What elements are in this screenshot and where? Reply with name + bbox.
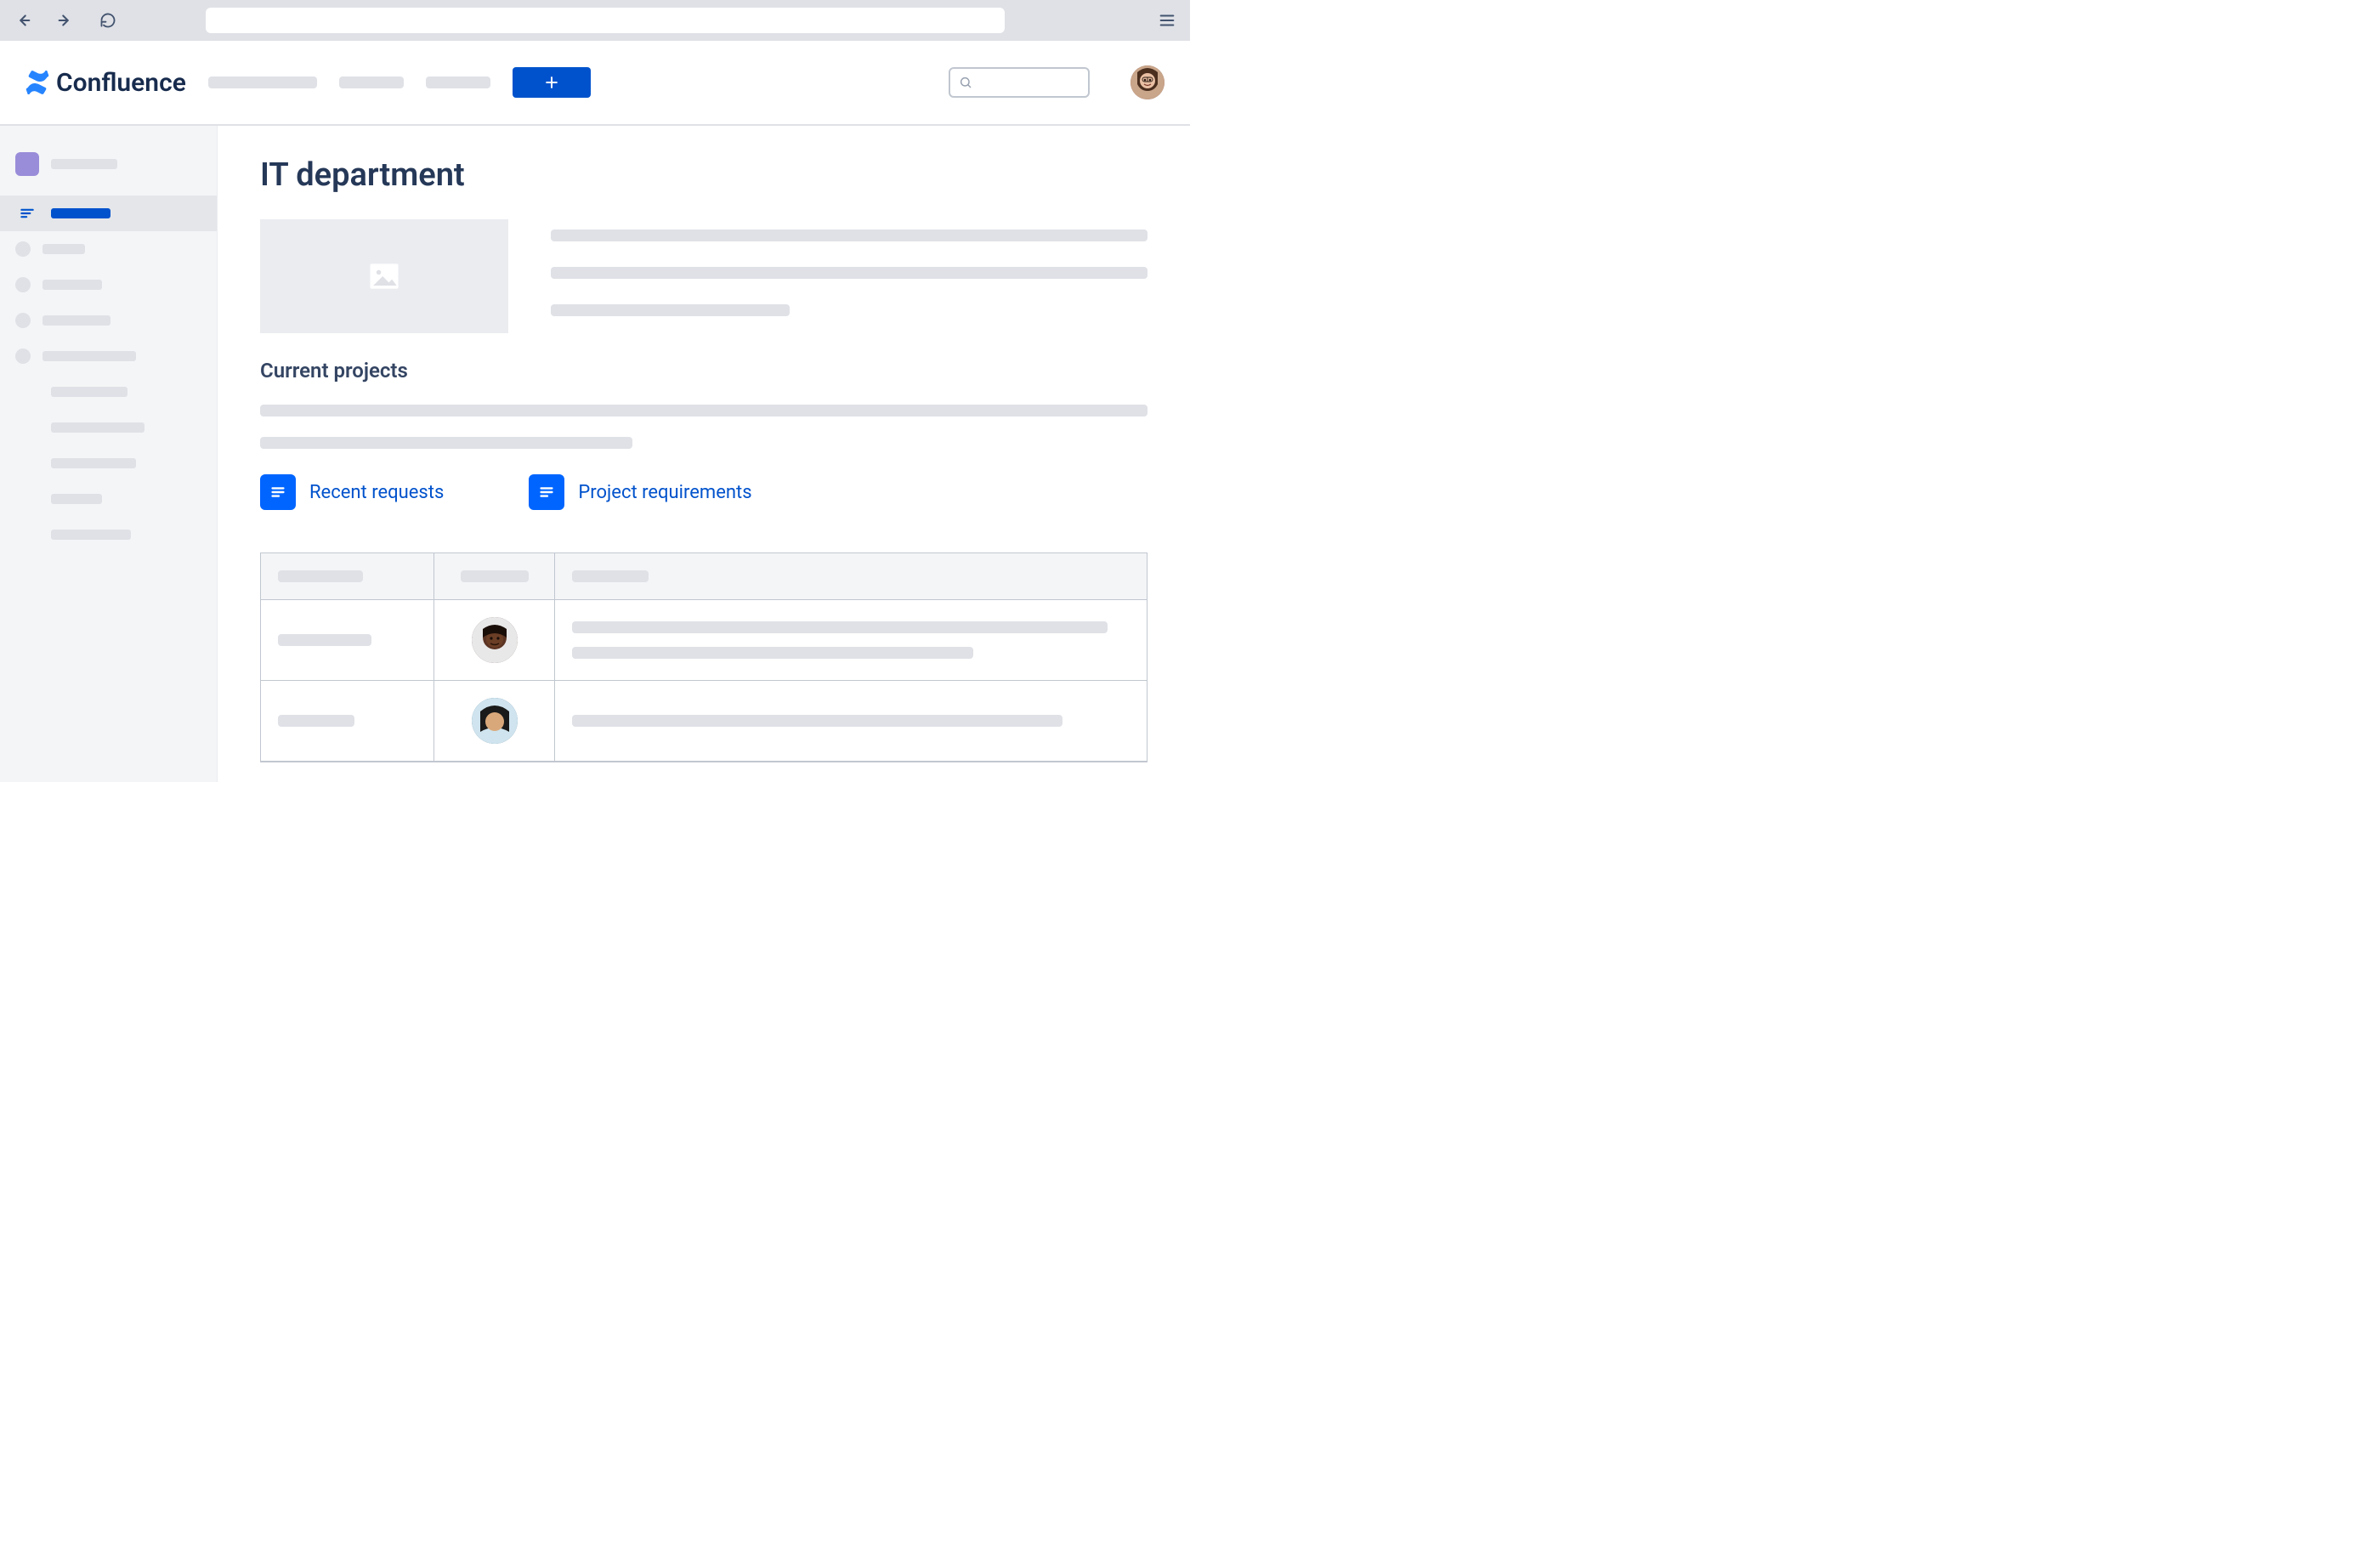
table-row (261, 681, 1147, 762)
sidebar-item-active[interactable] (0, 196, 217, 231)
create-button[interactable] (513, 67, 591, 98)
sidebar-item-label (42, 244, 85, 254)
section-body (260, 405, 1148, 449)
section-title: Current projects (260, 359, 1148, 382)
text-placeholder (572, 647, 973, 659)
page-icon (529, 474, 564, 510)
sidebar-item[interactable] (0, 481, 217, 517)
table-row (261, 600, 1147, 681)
table-cell (261, 681, 434, 762)
table-header-row (261, 553, 1147, 600)
text-placeholder (551, 304, 790, 316)
plus-icon (543, 74, 560, 91)
sidebar-space-header[interactable] (0, 146, 217, 182)
sidebar-item-label (51, 159, 117, 169)
sidebar-item-label (42, 280, 102, 290)
sidebar-item-label (51, 494, 102, 504)
page-title: IT department (260, 156, 1148, 194)
text-placeholder (551, 230, 1148, 241)
sidebar-item[interactable] (0, 338, 217, 374)
page-icon (260, 474, 296, 510)
image-icon (366, 258, 403, 295)
user-avatar (472, 617, 518, 663)
page-link-recent-requests[interactable]: Recent requests (260, 474, 444, 510)
confluence-icon (26, 71, 49, 94)
page-content: IT department Current projects (218, 126, 1190, 782)
content-table (260, 552, 1148, 762)
hero-image-placeholder (260, 219, 508, 333)
sidebar-item[interactable] (0, 445, 217, 481)
table-header-cell (261, 553, 434, 600)
sidebar-item[interactable] (0, 410, 217, 445)
sidebar-item-label (42, 315, 110, 326)
hamburger-icon[interactable] (1158, 11, 1176, 30)
nav-item-placeholder[interactable] (426, 76, 490, 88)
sidebar-item-label (51, 458, 136, 468)
table-cell (261, 600, 434, 681)
sidebar-item-label (51, 422, 144, 433)
browser-nav (14, 11, 117, 30)
back-icon[interactable] (14, 11, 32, 30)
user-avatar (472, 698, 518, 744)
sidebar-item-label (51, 530, 131, 540)
hero-section (260, 219, 1148, 333)
sidebar (0, 126, 218, 782)
text-placeholder (572, 621, 1108, 633)
sidebar-item-label (42, 351, 136, 361)
table-cell (555, 681, 1147, 762)
app-header: Confluence (0, 41, 1190, 126)
sidebar-item[interactable] (0, 267, 217, 303)
sidebar-item[interactable] (0, 517, 217, 552)
text-placeholder (572, 715, 1062, 727)
profile-avatar[interactable] (1130, 65, 1164, 99)
bullet-icon (15, 241, 31, 257)
sidebar-item-label (51, 208, 110, 218)
table-cell-avatar[interactable] (434, 681, 555, 762)
page-link-label: Project requirements (578, 482, 751, 503)
forward-icon[interactable] (56, 11, 75, 30)
sidebar-item[interactable] (0, 303, 217, 338)
page-links: Recent requests Project requirements (260, 474, 1148, 510)
browser-chrome (0, 0, 1190, 41)
hero-text (551, 219, 1148, 333)
product-logo[interactable]: Confluence (26, 68, 186, 98)
sidebar-item[interactable] (0, 374, 217, 410)
page-tree-icon (15, 201, 39, 225)
space-icon (15, 152, 39, 176)
table-header-cell (555, 553, 1147, 600)
bullet-icon (15, 313, 31, 328)
app-body: IT department Current projects (0, 126, 1190, 782)
refresh-icon[interactable] (99, 11, 117, 30)
product-name: Confluence (56, 68, 186, 98)
text-placeholder (260, 405, 1148, 416)
search-icon (959, 76, 972, 89)
table-cell-avatar[interactable] (434, 600, 555, 681)
nav-item-placeholder[interactable] (339, 76, 404, 88)
sidebar-item-label (51, 387, 128, 397)
bullet-icon (15, 277, 31, 292)
page-link-project-requirements[interactable]: Project requirements (529, 474, 751, 510)
sidebar-item[interactable] (0, 231, 217, 267)
avatar-image (1130, 65, 1164, 99)
nav-item-placeholder[interactable] (208, 76, 317, 88)
search-input[interactable] (949, 67, 1090, 98)
bullet-icon (15, 348, 31, 364)
page-link-label: Recent requests (309, 482, 444, 503)
url-bar[interactable] (206, 8, 1005, 33)
table-header-cell (434, 553, 555, 600)
text-placeholder (551, 267, 1148, 279)
text-placeholder (260, 437, 632, 449)
table-cell (555, 600, 1147, 681)
